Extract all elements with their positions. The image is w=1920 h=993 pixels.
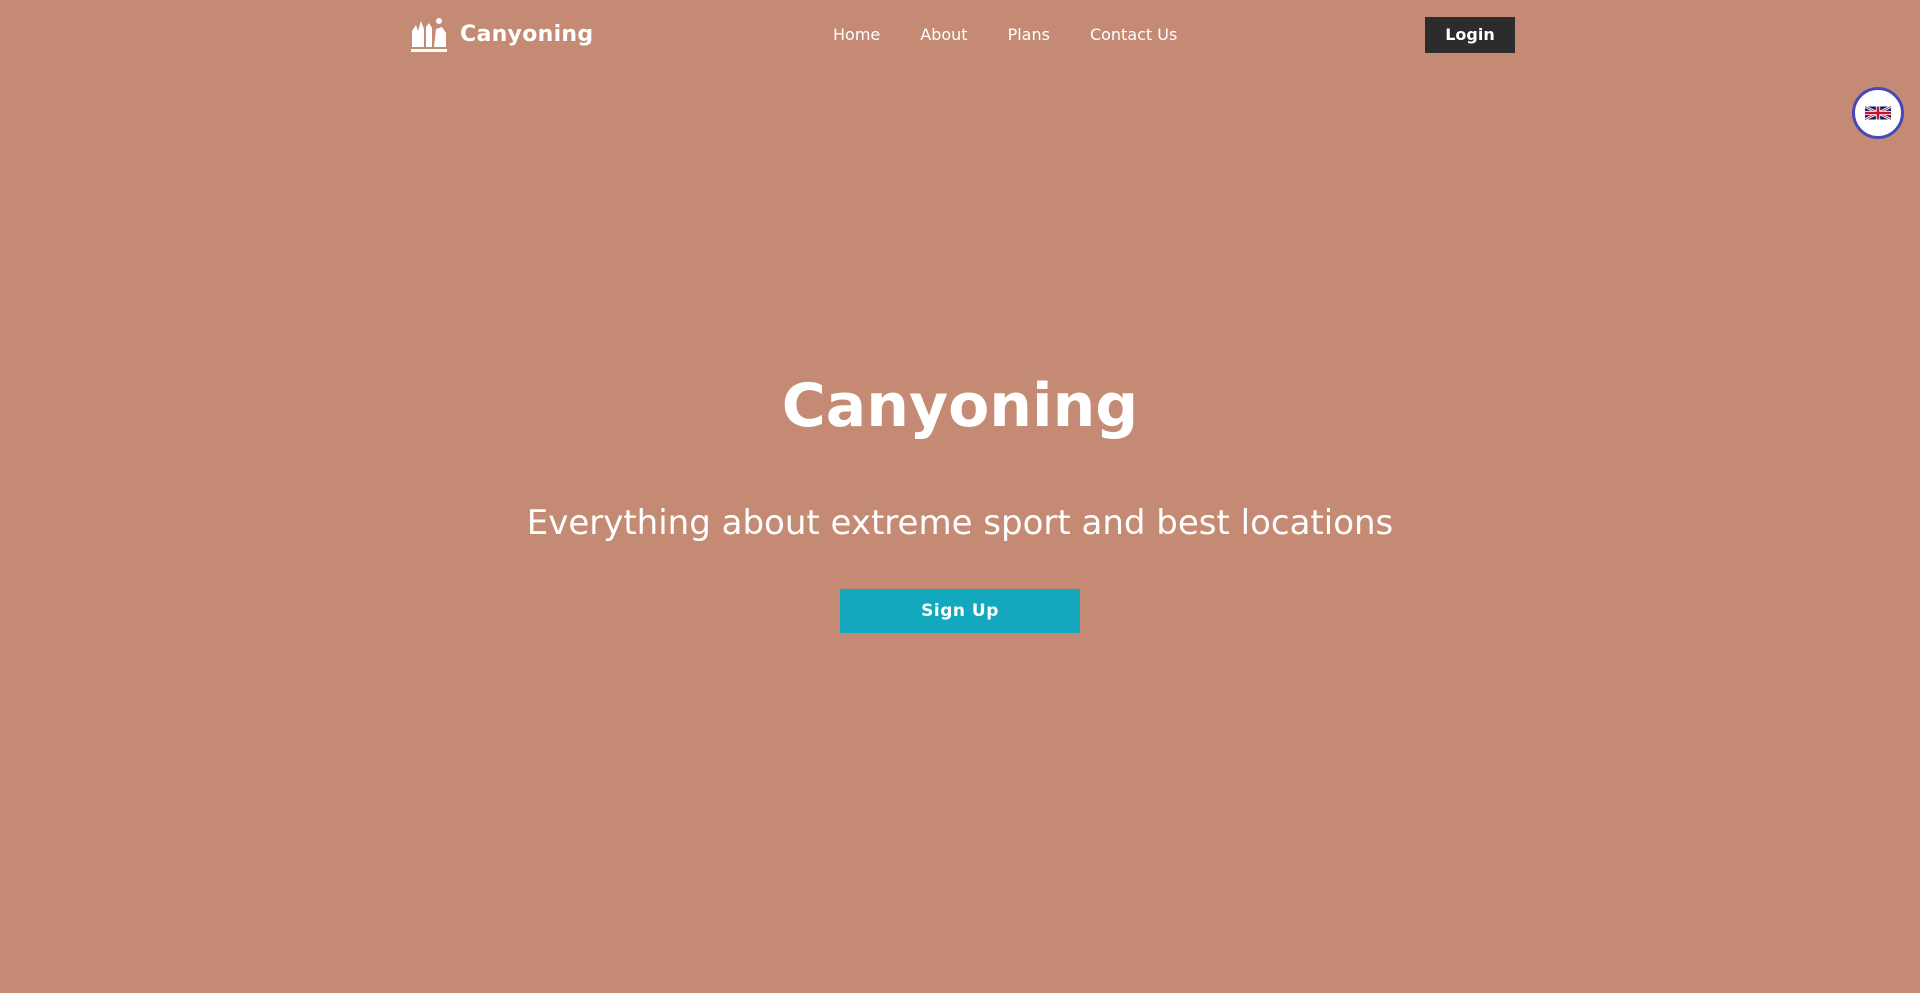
- uk-flag-icon: [1865, 106, 1891, 120]
- hero-title: Canyoning: [781, 371, 1139, 441]
- logo-text: Canyoning: [460, 22, 594, 47]
- login-button[interactable]: Login: [1425, 17, 1515, 53]
- nav-link-home[interactable]: Home: [833, 22, 880, 48]
- site-header: Canyoning Home About Plans Contact Us Lo…: [0, 0, 1920, 70]
- site-logo[interactable]: Canyoning: [411, 17, 593, 53]
- canyon-logo-icon: [411, 18, 447, 52]
- main-nav: Home About Plans Contact Us: [833, 22, 1217, 48]
- nav-link-plans[interactable]: Plans: [1008, 22, 1050, 48]
- nav-link-about[interactable]: About: [920, 22, 967, 48]
- nav-link-contact-us[interactable]: Contact Us: [1090, 22, 1177, 48]
- sign-up-button[interactable]: Sign Up: [840, 589, 1080, 633]
- language-switcher-button[interactable]: [1852, 87, 1904, 139]
- hero-subtitle: Everything about extreme sport and best …: [526, 503, 1394, 543]
